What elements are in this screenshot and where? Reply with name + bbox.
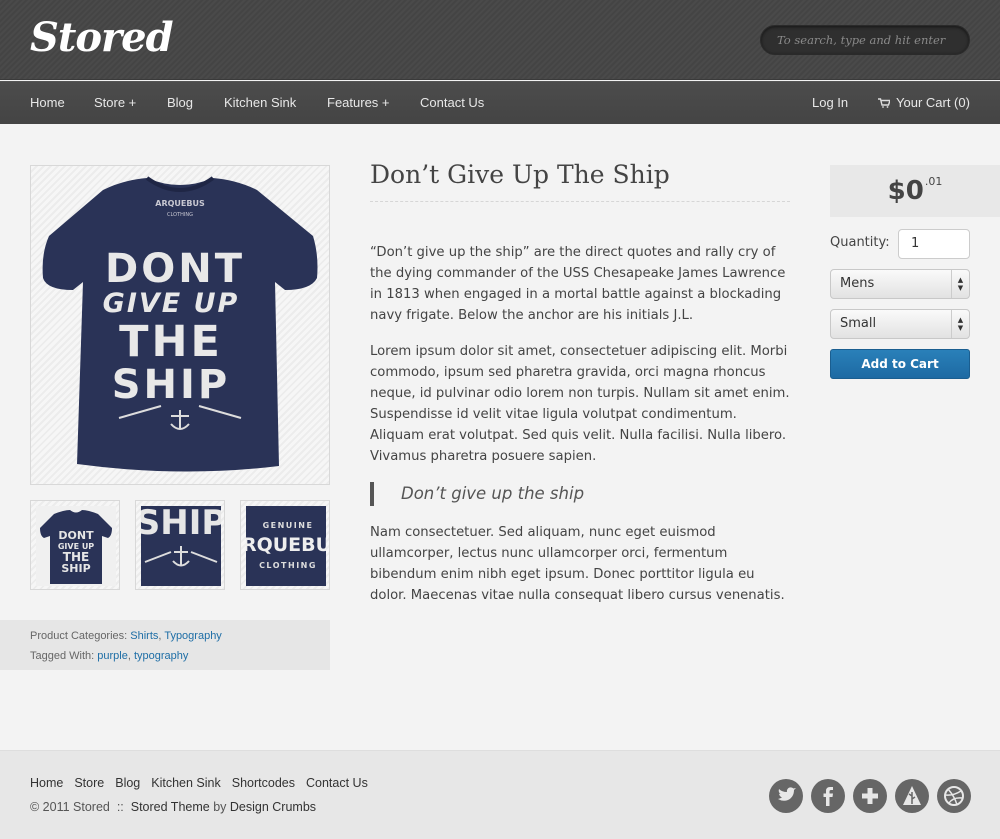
nav-blog[interactable]: Blog <box>167 95 193 110</box>
copyright-text: © 2011 Stored <box>30 800 110 814</box>
tag-link-typography[interactable]: typography <box>134 650 188 662</box>
forrst-icon[interactable] <box>895 779 929 813</box>
site-header: Stored <box>0 0 1000 80</box>
shirt-text-line3: THE <box>119 317 223 367</box>
svg-text:CLOTHING: CLOTHING <box>167 212 193 218</box>
product-thumbnail-2[interactable]: SHIP <box>135 500 225 590</box>
product-description-3: Nam consectetuer. Sed aliquam, nunc eget… <box>370 525 785 603</box>
thumbnail-image-3: GENUINE ARQUEBUS CLOTHING <box>246 521 326 570</box>
select-arrows-icon: ▲ ▼ <box>951 310 969 338</box>
select-arrows-icon: ▲ ▼ <box>951 270 969 298</box>
footer-link-blog[interactable]: Blog <box>115 776 140 790</box>
copyright: © 2011 Stored :: Stored Theme by Design … <box>30 800 316 814</box>
product-meta: Product Categories: Shirts, Typography T… <box>0 620 330 670</box>
nav-home[interactable]: Home <box>30 95 65 110</box>
tag-link-purple[interactable]: purple <box>97 650 128 662</box>
shirt-text-line2: GIVE UP <box>103 288 240 319</box>
price-main: $0 <box>887 176 924 206</box>
twitter-icon[interactable] <box>769 779 803 813</box>
shirt-text-line1: DONT <box>105 246 245 292</box>
nav-contact[interactable]: Contact Us <box>420 95 484 110</box>
svg-text:ARQUEBUS: ARQUEBUS <box>155 199 205 208</box>
theme-link[interactable]: Stored Theme <box>131 800 210 814</box>
size-select[interactable]: Small ▲ ▼ <box>830 309 970 339</box>
product-description-2: Lorem ipsum dolor sit amet, consectetuer… <box>370 344 790 464</box>
style-select-value: Mens <box>840 276 875 291</box>
category-link-shirts[interactable]: Shirts <box>130 630 158 642</box>
nav-cart[interactable]: Your Cart (0) <box>878 95 970 110</box>
categories-label: Product Categories: <box>30 630 128 642</box>
category-link-typography[interactable]: Typography <box>164 630 221 642</box>
thumb1-line1: DONT <box>58 529 94 542</box>
size-select-value: Small <box>840 316 877 331</box>
search-input[interactable] <box>760 25 970 55</box>
thumb3-line1: GENUINE <box>263 521 314 530</box>
nav-features[interactable]: Features + <box>327 95 390 110</box>
tags-label: Tagged With: <box>30 650 95 662</box>
tshirt-image: ARQUEBUS CLOTHING DONT GIVE UP THE SHIP <box>42 176 318 472</box>
thumb3-line2: ARQUEBUS <box>246 534 326 556</box>
facebook-icon[interactable] <box>811 779 845 813</box>
price-box: $0.01 <box>830 165 1000 217</box>
footer-link-contact[interactable]: Contact Us <box>306 776 368 790</box>
quantity-input[interactable]: 1 <box>898 229 970 259</box>
nav-store[interactable]: Store + <box>94 95 136 110</box>
quantity-label: Quantity: <box>830 235 890 250</box>
author-link[interactable]: Design Crumbs <box>230 800 316 814</box>
thumbnail-image-1: DONT GIVE UP THE SHIP <box>36 506 116 586</box>
shirt-text-line4: SHIP <box>112 362 230 408</box>
cart-icon <box>878 98 890 108</box>
by-text: by <box>213 800 227 814</box>
main-nav: Home Store + Blog Kitchen Sink Features … <box>0 81 1000 124</box>
plus-icon[interactable] <box>853 779 887 813</box>
dribbble-icon[interactable] <box>937 779 971 813</box>
product-title: Don’t Give Up The Ship <box>370 160 790 202</box>
thumb3-line3: CLOTHING <box>259 561 317 570</box>
thumb1-line4: SHIP <box>61 562 90 575</box>
style-select[interactable]: Mens ▲ ▼ <box>830 269 970 299</box>
nav-login[interactable]: Log In <box>812 95 848 110</box>
product-main-image[interactable]: ARQUEBUS CLOTHING DONT GIVE UP THE SHIP <box>30 165 330 485</box>
product-tags: Tagged With: purple, typography <box>30 650 189 662</box>
footer-link-kitchen-sink[interactable]: Kitchen Sink <box>151 776 220 790</box>
product-blockquote: Don’t give up the ship <box>370 482 584 506</box>
product-categories: Product Categories: Shirts, Typography <box>30 630 222 642</box>
footer-link-store[interactable]: Store <box>74 776 104 790</box>
product-description-1: “Don’t give up the ship” are the direct … <box>370 245 786 323</box>
product-thumbnail-1[interactable]: DONT GIVE UP THE SHIP <box>30 500 120 590</box>
price-cents: .01 <box>924 175 943 188</box>
footer-link-home[interactable]: Home <box>30 776 63 790</box>
site-footer: Home Store Blog Kitchen Sink Shortcodes Conta… <box>0 750 1000 839</box>
site-logo[interactable]: Stored <box>30 14 174 61</box>
thumb2-text: SHIP <box>141 506 221 543</box>
cart-label: Your Cart (0) <box>896 95 970 110</box>
footer-link-shortcodes[interactable]: Shortcodes <box>232 776 295 790</box>
footer-nav: Home Store Blog Kitchen Sink Shortcodes Conta… <box>30 776 379 790</box>
product-thumbnail-3[interactable]: GENUINE ARQUEBUS CLOTHING <box>240 500 330 590</box>
thumbnail-image-2: SHIP <box>141 506 221 567</box>
add-to-cart-button[interactable]: Add to Cart <box>830 349 970 379</box>
copyright-separator: :: <box>116 800 124 814</box>
nav-kitchen-sink[interactable]: Kitchen Sink <box>224 95 296 110</box>
